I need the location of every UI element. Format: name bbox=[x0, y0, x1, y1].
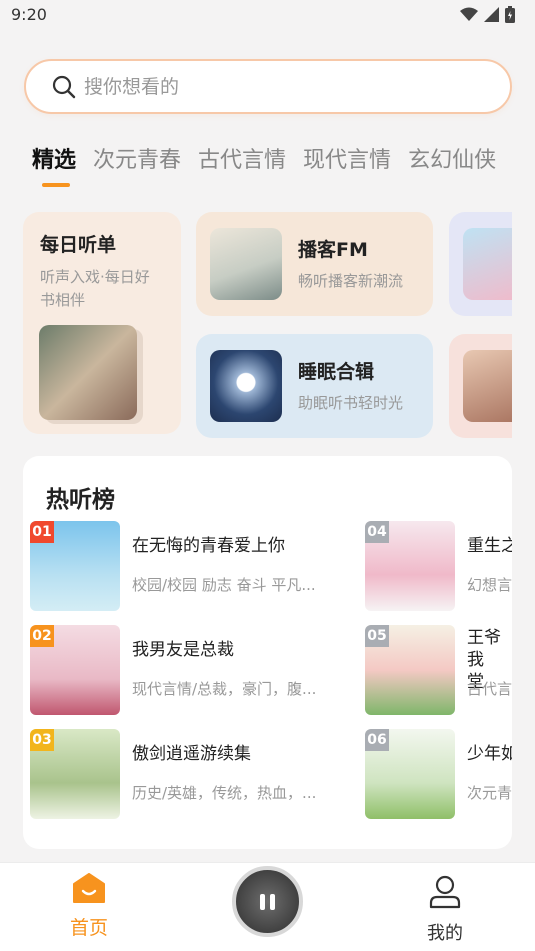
podcast-title: 播客FM bbox=[298, 239, 368, 261]
book-cover: 03 bbox=[30, 729, 120, 819]
search-input[interactable] bbox=[84, 75, 464, 98]
hot-list-item[interactable]: 06 少年如 次元青 bbox=[358, 729, 512, 819]
featured-card-partial-1[interactable] bbox=[449, 212, 512, 316]
battery-icon bbox=[505, 6, 515, 23]
rank-badge: 02 bbox=[30, 625, 54, 647]
featured-cover-partial-2 bbox=[463, 350, 512, 422]
user-icon bbox=[429, 875, 461, 909]
book-title: 重生之 bbox=[467, 536, 512, 556]
daily-list-card[interactable]: 每日听单 听声入戏·每日好书相伴 bbox=[23, 212, 181, 434]
search-bar[interactable] bbox=[24, 59, 512, 114]
wifi-icon bbox=[460, 7, 478, 21]
hot-list-title: 热听榜 bbox=[46, 487, 115, 513]
book-cover: 02 bbox=[30, 625, 120, 715]
sleep-collection-card[interactable]: 睡眠合辑 助眠听书轻时光 bbox=[196, 334, 433, 438]
nav-mine[interactable]: 我的 bbox=[415, 875, 475, 945]
daily-list-subtitle: 听声入戏·每日好书相伴 bbox=[40, 268, 150, 309]
nav-mine-label: 我的 bbox=[427, 923, 463, 944]
category-tabs: 精选 次元青春 古代言情 现代言情 玄幻仙侠 bbox=[32, 143, 535, 193]
podcast-fm-card[interactable]: 播客FM 畅听播客新潮流 bbox=[196, 212, 433, 316]
signal-icon bbox=[484, 7, 499, 22]
hot-list-item[interactable]: 01 在无悔的青春爱上你 校园/校园 励志 奋斗 平凡... bbox=[23, 521, 353, 611]
rank-badge: 03 bbox=[30, 729, 54, 751]
tab-fantasy[interactable]: 玄幻仙侠 bbox=[408, 143, 496, 187]
book-tags: 历史/英雄，传统，热血，... bbox=[132, 784, 317, 802]
tab-ancient-romance[interactable]: 古代言情 bbox=[198, 143, 286, 187]
sleep-subtitle: 助眠听书轻时光 bbox=[298, 394, 404, 412]
tab-youth[interactable]: 次元青春 bbox=[93, 143, 181, 187]
book-cover: 01 bbox=[30, 521, 120, 611]
book-title: 我男友是总裁 bbox=[132, 640, 234, 660]
book-title: 少年如 bbox=[467, 744, 512, 764]
hot-list-item[interactable]: 04 重生之 幻想言 bbox=[358, 521, 512, 611]
hot-list-item[interactable]: 02 我男友是总裁 现代言情/总裁，豪门，腹... bbox=[23, 625, 353, 715]
status-bar: 9:20 bbox=[0, 0, 535, 30]
book-cover: 05 bbox=[365, 625, 455, 715]
sleep-cover bbox=[210, 350, 282, 422]
status-icons bbox=[460, 6, 515, 23]
book-cover: 04 bbox=[365, 521, 455, 611]
hot-list-item[interactable]: 05 王爷我 堂 古代言 bbox=[358, 625, 512, 715]
nav-home-label: 首页 bbox=[69, 917, 108, 939]
rank-badge: 05 bbox=[365, 625, 389, 647]
book-tags: 校园/校园 励志 奋斗 平凡... bbox=[132, 576, 316, 594]
pause-icon bbox=[260, 893, 275, 910]
hot-list-item[interactable]: 03 傲剑逍遥游续集 历史/英雄，传统，热血，... bbox=[23, 729, 353, 819]
status-time: 9:20 bbox=[11, 5, 47, 24]
book-title: 傲剑逍遥游续集 bbox=[132, 744, 251, 764]
home-icon bbox=[73, 873, 105, 903]
featured-cards: 每日听单 听声入戏·每日好书相伴 播客FM 畅听播客新潮流 睡眠合辑 助眠听书轻… bbox=[23, 212, 512, 438]
book-tags: 次元青 bbox=[467, 784, 512, 802]
sleep-title: 睡眠合辑 bbox=[298, 361, 375, 383]
daily-list-cover bbox=[39, 325, 137, 420]
book-title: 在无悔的青春爱上你 bbox=[132, 536, 285, 556]
podcast-cover bbox=[210, 228, 282, 300]
tab-modern-romance[interactable]: 现代言情 bbox=[303, 143, 391, 187]
book-cover: 06 bbox=[365, 729, 455, 819]
daily-list-title: 每日听单 bbox=[40, 234, 117, 256]
hot-list-section: 热听榜 01 在无悔的青春爱上你 校园/校园 励志 奋斗 平凡... 02 我男… bbox=[23, 456, 512, 849]
featured-card-partial-2[interactable] bbox=[449, 334, 512, 438]
podcast-subtitle: 畅听播客新潮流 bbox=[298, 272, 404, 290]
mini-player-button[interactable] bbox=[232, 866, 303, 937]
rank-badge: 04 bbox=[365, 521, 389, 543]
featured-cover-partial-1 bbox=[463, 228, 512, 300]
book-tags: 幻想言 bbox=[467, 576, 512, 594]
nav-home[interactable]: 首页 bbox=[60, 873, 118, 940]
tab-featured[interactable]: 精选 bbox=[32, 143, 76, 187]
rank-badge: 01 bbox=[30, 521, 54, 543]
rank-badge: 06 bbox=[365, 729, 389, 751]
book-tags: 古代言 bbox=[467, 680, 512, 698]
search-icon bbox=[52, 75, 76, 98]
book-tags: 现代言情/总裁，豪门，腹... bbox=[132, 680, 317, 698]
